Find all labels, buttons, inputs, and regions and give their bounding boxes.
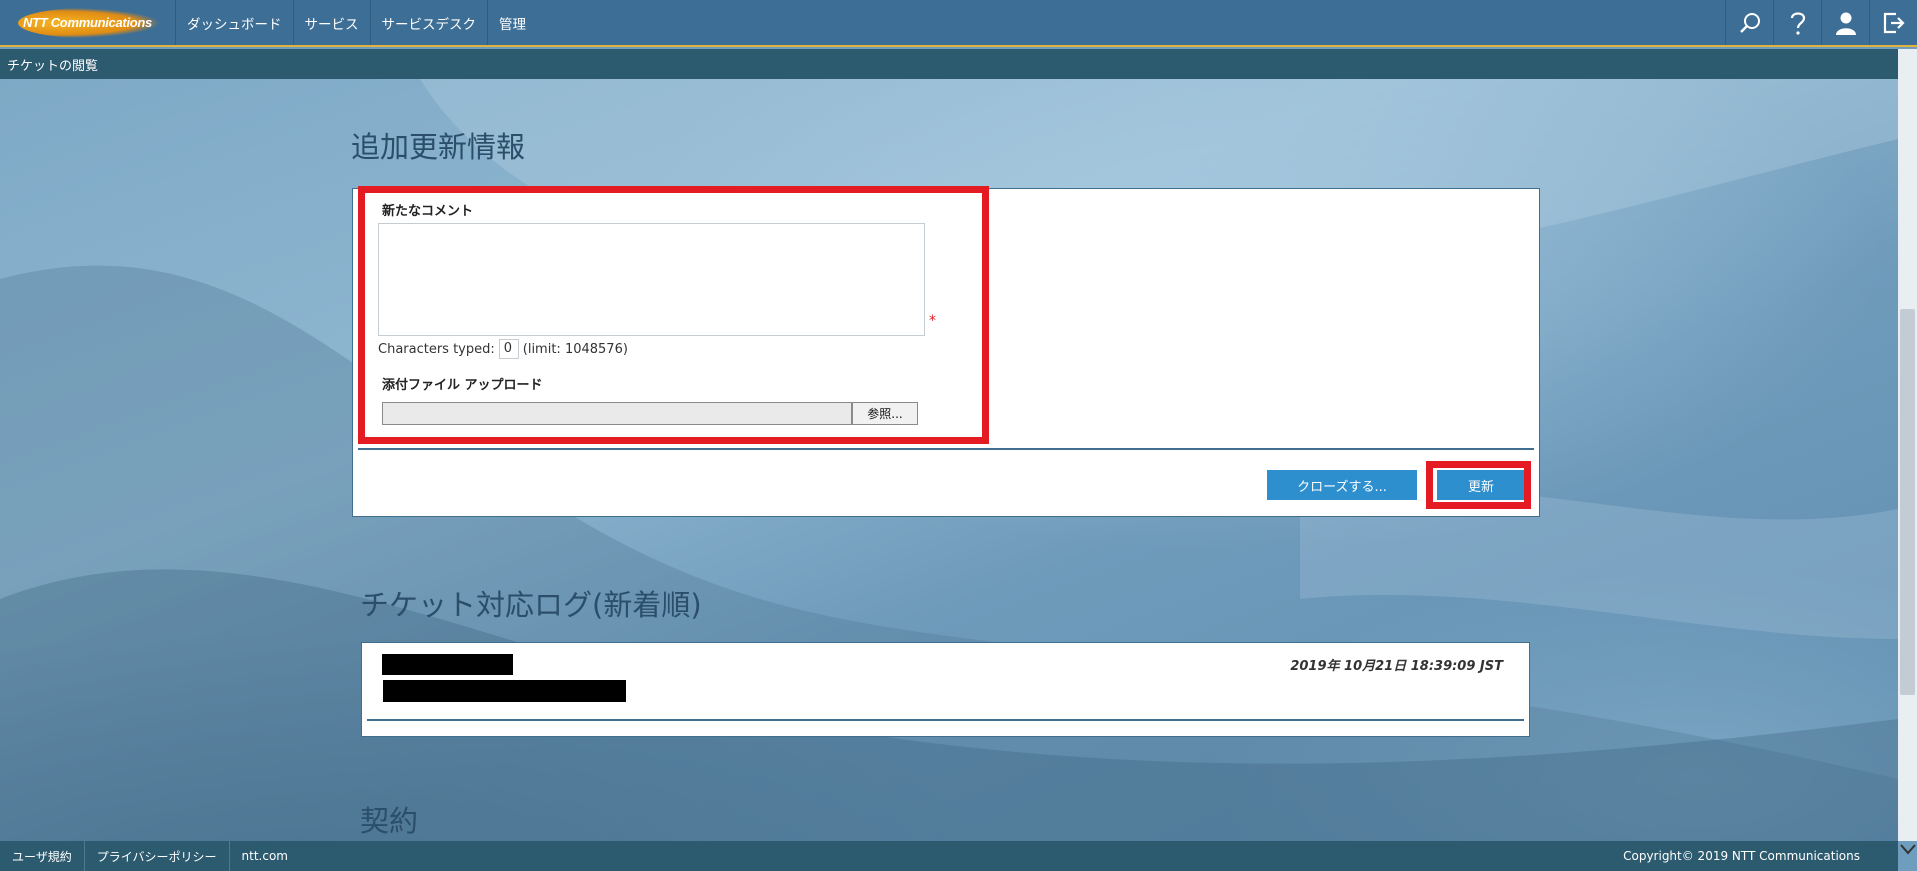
ntt-logo[interactable]: NTT Communications <box>0 0 175 45</box>
highlight-update-button <box>1426 461 1531 509</box>
nav-admin[interactable]: 管理 <box>487 0 537 45</box>
logout-icon[interactable] <box>1869 0 1917 45</box>
top-navigation-bar: NTT Communications ダッシュボード サービス サービスデスク … <box>0 0 1917 47</box>
breadcrumb: チケットの閲覧 <box>0 49 1917 79</box>
logo-text: NTT Communications <box>23 15 152 30</box>
log-entry-date: 2019年 10月21日 18:39:09 JST <box>1290 659 1503 674</box>
redacted-content <box>383 680 626 702</box>
ntt-logo-mark: NTT Communications <box>17 7 158 38</box>
footer-bar: ユーザ規約 プライバシーポリシー ntt.com Copyright© 2019… <box>0 841 1898 871</box>
redacted-author <box>382 654 513 675</box>
scrollbar-thumb[interactable] <box>1900 309 1915 695</box>
highlight-comment-area <box>358 186 989 444</box>
breadcrumb-current: チケットの閲覧 <box>7 58 99 74</box>
footer-link-ntt[interactable]: ntt.com <box>230 841 300 871</box>
footer-link-terms[interactable]: ユーザ規約 <box>0 841 85 871</box>
footer-link-privacy[interactable]: プライバシーポリシー <box>85 841 230 871</box>
chevron-down-icon[interactable] <box>1898 838 1917 859</box>
help-icon[interactable] <box>1773 0 1821 45</box>
nav-dashboard[interactable]: ダッシュボード <box>175 0 293 45</box>
search-icon[interactable] <box>1725 0 1773 45</box>
nav-service[interactable]: サービス <box>292 0 370 45</box>
log-divider <box>367 719 1524 721</box>
log-panel: 2019年 10月21日 18:39:09 JST <box>361 642 1530 737</box>
vertical-scrollbar[interactable] <box>1898 49 1917 841</box>
footer-copyright: Copyright© 2019 NTT Communications <box>1623 849 1860 863</box>
update-section-title: 追加更新情報 <box>351 130 526 164</box>
contract-section-title: 契約 <box>360 804 419 838</box>
log-section-title: チケット対応ログ(新着順) <box>360 588 702 622</box>
user-icon[interactable] <box>1821 0 1869 45</box>
close-ticket-button[interactable]: クローズする... <box>1267 470 1417 500</box>
nav-service-desk[interactable]: サービスデスク <box>369 0 488 45</box>
panel-divider <box>358 448 1534 450</box>
